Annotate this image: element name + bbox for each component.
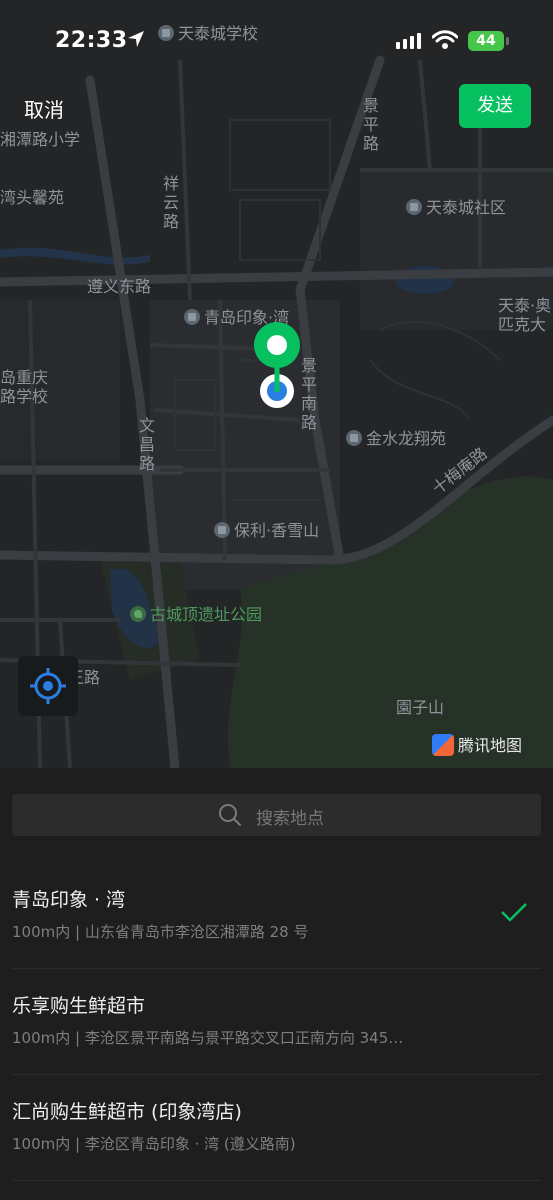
- battery-tip: [506, 37, 509, 45]
- place-title: 青岛印象 · 湾: [12, 889, 126, 911]
- wifi-icon: [432, 30, 458, 49]
- map-brand: 腾讯地图: [432, 732, 522, 756]
- battery-indicator: 44: [468, 31, 504, 51]
- selected-location-pin-icon: [254, 322, 300, 392]
- list-item[interactable]: 青岛印象 · 湾 100m内 | 山东省青岛市李沧区湘潭路 28 号: [0, 863, 553, 969]
- tencent-map-logo-icon: [432, 734, 454, 756]
- search-icon: [219, 804, 241, 826]
- list-item[interactable]: 乐享购生鲜超市 100m内 | 李沧区景平南路与景平路交叉口正南方向 345…: [0, 969, 553, 1075]
- status-bar: 22:33 44: [0, 0, 553, 80]
- crosshair-icon: [30, 668, 66, 704]
- divider: [12, 1180, 541, 1181]
- location-list-panel: 搜索地点 青岛印象 · 湾 100m内 | 山东省青岛市李沧区湘潭路 28 号 …: [0, 768, 553, 1200]
- place-title: 乐享购生鲜超市: [12, 995, 146, 1017]
- place-subtitle: 100m内 | 李沧区景平南路与景平路交叉口正南方向 345…: [12, 1029, 404, 1047]
- cancel-button[interactable]: 取消: [24, 94, 64, 123]
- place-subtitle: 100m内 | 山东省青岛市李沧区湘潭路 28 号: [12, 923, 309, 941]
- locate-me-button[interactable]: [18, 656, 78, 716]
- search-input[interactable]: 搜索地点: [12, 794, 541, 836]
- list-item[interactable]: 汇尚购生鲜超市 (印象湾店) 100m内 | 李沧区青岛印象 · 湾 (遵义路南…: [0, 1075, 553, 1181]
- map-brand-label: 腾讯地图: [458, 736, 523, 755]
- location-arrow-icon: [128, 31, 144, 47]
- search-placeholder: 搜索地点: [256, 809, 324, 829]
- checkmark-icon: [501, 903, 527, 922]
- status-time: 22:33: [55, 28, 128, 53]
- place-title: 汇尚购生鲜超市 (印象湾店): [12, 1101, 242, 1123]
- send-button[interactable]: 发送: [459, 84, 531, 128]
- cellular-signal-icon: [396, 33, 421, 49]
- place-subtitle: 100m内 | 李沧区青岛印象 · 湾 (遵义路南): [12, 1135, 296, 1153]
